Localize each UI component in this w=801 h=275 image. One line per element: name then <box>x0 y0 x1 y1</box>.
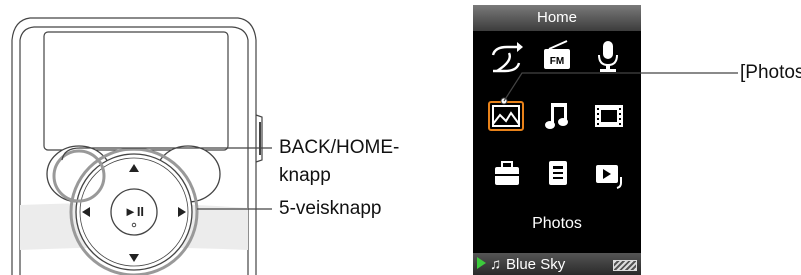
battery-icon <box>613 260 637 271</box>
now-playing-title: Blue Sky <box>506 256 566 273</box>
home-screen: Home FM Photos ♫ Blue Sky <box>473 5 641 275</box>
photos-leader <box>500 72 738 105</box>
player-screen <box>43 31 229 151</box>
playing-indicator-icon <box>477 257 486 269</box>
five-way-callout: 5-veisknapp <box>279 198 382 219</box>
photos-callout: [Photos] <box>740 62 801 83</box>
back-home-callout-line2: knapp <box>279 165 331 186</box>
back-home-callout-line1: BACK/HOME- <box>279 137 400 158</box>
play-pause-icon: ►II <box>124 204 144 219</box>
screen-title: Home <box>536 9 577 26</box>
playlist-icon <box>596 165 622 189</box>
screen-title-bar: Home <box>473 5 641 31</box>
podcast-document-icon <box>549 161 567 185</box>
back-home-callout: BACK/HOME- knapp <box>279 134 399 190</box>
now-playing-bar: ♫ Blue Sky <box>473 253 641 275</box>
settings-toolbox-icon <box>495 161 519 185</box>
music-note-small-icon: ♫ <box>490 256 502 273</box>
selected-item-label: Photos <box>532 215 582 232</box>
